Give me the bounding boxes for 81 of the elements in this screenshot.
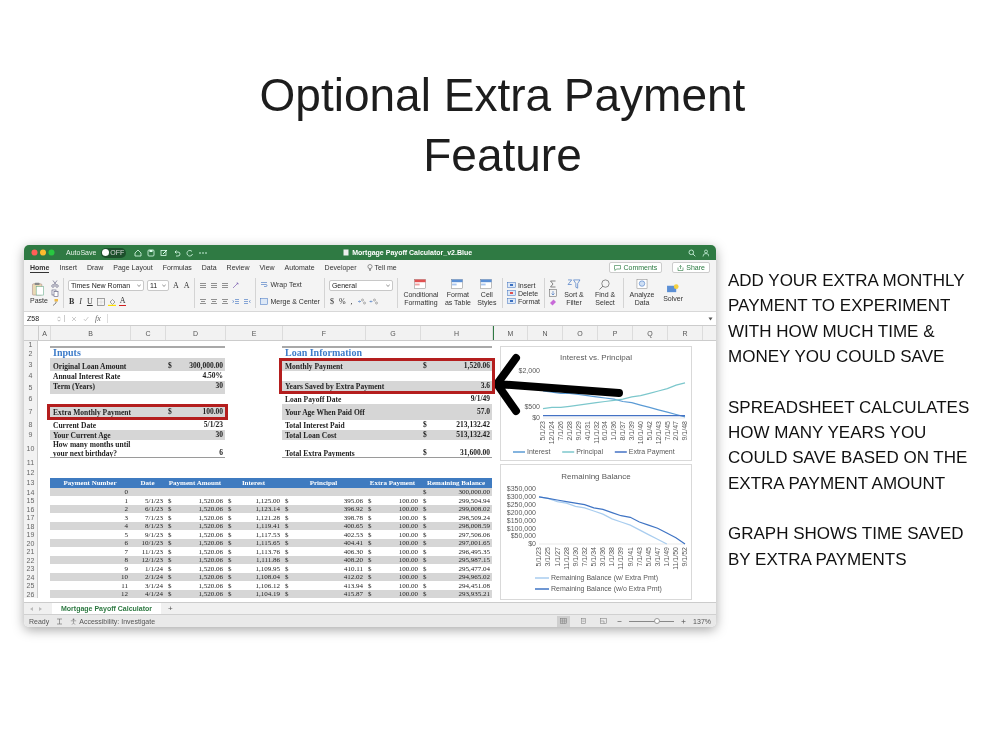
eraser-icon[interactable] (549, 298, 558, 306)
copy-icon[interactable] (50, 289, 59, 297)
previous-sheet-icon[interactable] (29, 605, 34, 612)
lightbulb-icon (366, 264, 373, 271)
table-style-icon (479, 279, 494, 291)
accessibility-icon (70, 617, 78, 625)
section-heading: Inputs (52, 348, 81, 359)
table-style-icon (413, 279, 428, 291)
normal-view-icon (560, 618, 568, 624)
feature-note: SPREADSHEET CALCULATES HOW MANY YEARS YOU COULD SAVE BASED ON THE EXTRA PAYMENT AMOUNT (728, 396, 971, 495)
zoom-in-icon[interactable] (681, 618, 687, 624)
edit-icon[interactable] (160, 248, 169, 257)
caret-icon (136, 283, 141, 287)
view-button[interactable] (557, 615, 571, 627)
cancel-icon[interactable] (71, 315, 77, 322)
caret-icon (385, 283, 390, 287)
fill-down-icon[interactable] (549, 289, 558, 297)
align-icon[interactable] (199, 281, 208, 289)
search-icon[interactable] (688, 248, 696, 257)
cells-icon (506, 298, 516, 304)
chart-title: Interest vs. Principal (560, 353, 632, 362)
search-icon (598, 279, 613, 291)
page-break-view-icon (600, 618, 608, 624)
feature-note: GRAPH SHOWS TIME SAVED BY EXTRA PAYMENTS (728, 523, 965, 571)
undo-icon[interactable] (173, 248, 182, 257)
caret-icon[interactable] (708, 316, 713, 321)
page-title: Optional Extra Payment Feature (258, 68, 747, 183)
chart-magnifier-icon (635, 279, 650, 291)
align-icon[interactable] (221, 281, 230, 289)
indent-icon[interactable] (243, 298, 252, 305)
caret-icon (161, 283, 166, 287)
borders-icon[interactable] (96, 297, 105, 306)
cells-icon (506, 290, 516, 296)
next-sheet-icon[interactable] (38, 605, 43, 612)
clipboard-icon (30, 281, 47, 296)
currency-button[interactable]: $ (328, 297, 335, 307)
decrease-decimal-icon[interactable] (368, 298, 378, 306)
comment-icon (614, 264, 622, 271)
align-icon[interactable] (199, 298, 208, 305)
indent-icon[interactable] (232, 298, 241, 305)
autosum-icon[interactable] (549, 280, 558, 288)
decrease-font-button[interactable]: A (182, 280, 191, 290)
window-controls-icon[interactable] (31, 249, 55, 256)
function-button[interactable]: fx (95, 314, 101, 323)
orientation-icon[interactable] (232, 281, 242, 289)
enter-icon[interactable] (83, 315, 89, 322)
align-icon[interactable] (210, 281, 219, 289)
increase-decimal-icon[interactable] (356, 298, 366, 306)
merge-icon (260, 297, 269, 305)
scissors-icon[interactable] (50, 280, 59, 288)
zoom-slider-thumb[interactable] (654, 618, 660, 624)
zoom-out-icon[interactable] (617, 618, 623, 624)
share-icon (677, 264, 685, 271)
redo-icon[interactable] (186, 248, 195, 257)
increase-font-button[interactable]: A (171, 280, 180, 290)
text-style-button[interactable]: B (67, 297, 76, 307)
cells-icon (506, 282, 516, 288)
text-style-button[interactable]: I (78, 297, 83, 307)
feature-note: ADD YOUR EXTRA MONTHLY PAYMENT TO EXPERIMENT WITH HOW MUCH TIME & MONEY YOU COULD SAVE (728, 270, 966, 369)
align-icon[interactable] (210, 298, 219, 305)
sort-filter-icon (567, 279, 582, 291)
wrap-icon (260, 281, 269, 289)
add-sheet-button[interactable]: + (165, 604, 176, 613)
document-icon (343, 249, 350, 256)
chart-title: Remaining Balance (561, 472, 631, 481)
home-icon[interactable] (134, 248, 143, 257)
solver-icon (666, 283, 681, 295)
section-heading: Loan Information (284, 348, 362, 359)
font-color-button[interactable]: A (118, 297, 127, 307)
save-icon[interactable] (147, 248, 156, 257)
brush-icon[interactable] (50, 298, 59, 306)
page-layout-view-icon (580, 618, 588, 624)
text-style-button[interactable]: U (85, 297, 94, 307)
chart-panel[interactable] (500, 464, 692, 600)
comma-button[interactable]: , (349, 297, 354, 307)
fill-color-icon[interactable] (107, 297, 116, 306)
percent-button[interactable]: % (337, 297, 347, 307)
people-icon[interactable] (701, 248, 709, 257)
table-style-icon (450, 279, 465, 291)
align-icon[interactable] (221, 298, 230, 305)
more-icon[interactable] (199, 250, 208, 255)
